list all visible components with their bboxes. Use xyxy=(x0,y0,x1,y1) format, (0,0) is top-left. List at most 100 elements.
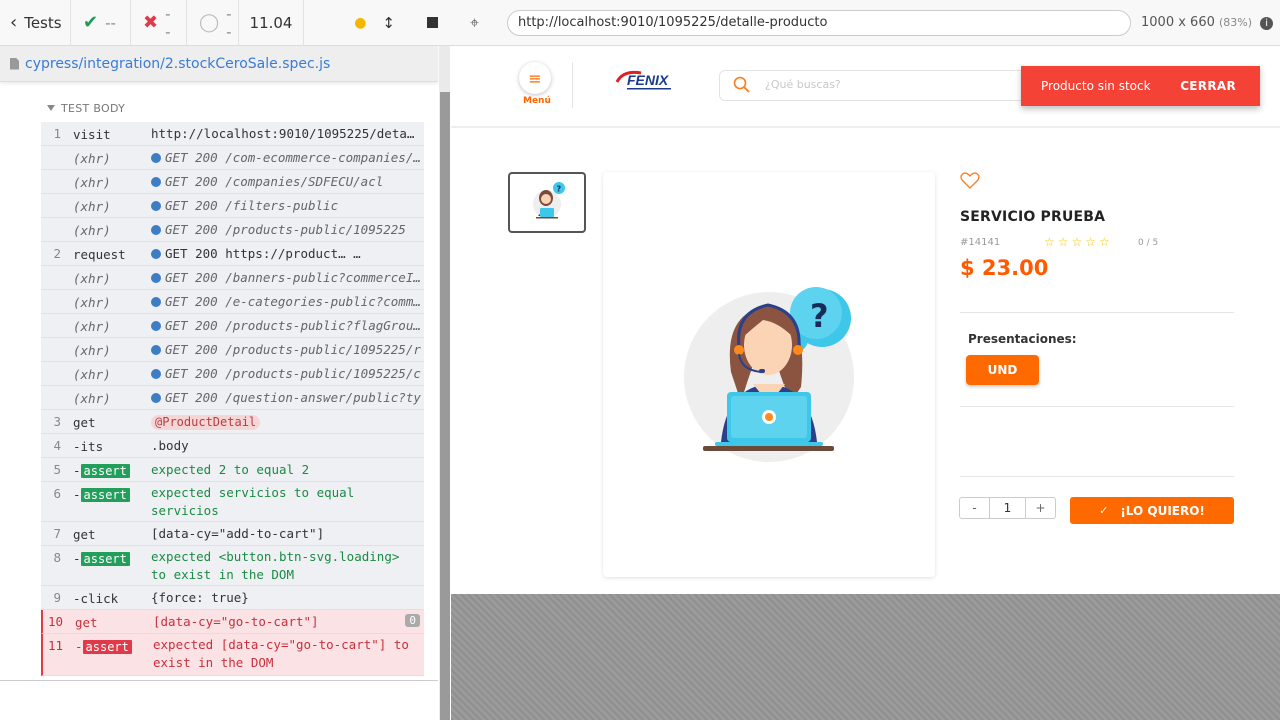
request-dot-icon xyxy=(151,177,161,187)
rating-text: 0 / 5 xyxy=(1138,238,1159,248)
runner-footer-divider xyxy=(0,680,438,681)
svg-text:?: ? xyxy=(810,297,829,335)
command-row[interactable]: 9 -click {force: true} xyxy=(41,586,424,610)
command-row[interactable]: 6- assert expected servicios to equal serv… xyxy=(41,482,424,522)
viewport-info: 1000 x 660 (83%) i xyxy=(1141,15,1274,30)
status-dot-icon: ● xyxy=(354,14,367,31)
command-row[interactable]: (xhr) GET 200 /banners-public?commerceId= xyxy=(41,266,424,290)
divider xyxy=(960,476,1234,477)
product-thumbnail[interactable]: ? xyxy=(508,172,586,233)
runner-scrollbar-thumb[interactable] xyxy=(440,92,450,720)
element-count-badge: 0 xyxy=(405,614,420,627)
check-icon: ✔ xyxy=(83,12,99,33)
stop-icon[interactable] xyxy=(427,17,438,28)
svg-text:FENIX: FENIX xyxy=(627,72,670,88)
command-row[interactable]: (xhr) GET 200 /question-answer/public?ty xyxy=(41,386,424,410)
request-dot-icon xyxy=(151,345,161,355)
request-dot-icon xyxy=(151,201,161,211)
test-body-header[interactable]: TEST BODY xyxy=(47,102,125,115)
passed-count: ✔ -- xyxy=(71,0,131,46)
product-name: SERVICIO PRUEBA xyxy=(960,209,1106,225)
toast-close-button[interactable]: CERRAR xyxy=(1180,79,1236,93)
add-to-cart-button[interactable]: ✓ ¡LO QUIERO! xyxy=(1070,497,1234,524)
command-row[interactable]: (xhr) GET 200 /com-ecommerce-companies/fi… xyxy=(41,146,424,170)
spec-file-bar: cypress/integration/2.stockCeroSale.spec… xyxy=(0,46,438,82)
heart-icon[interactable] xyxy=(960,172,980,190)
stock-toast: Producto sin stock CERRAR xyxy=(1021,66,1260,106)
alias-badge: ProductDetail xyxy=(353,247,421,262)
qty-decrement-button[interactable]: - xyxy=(960,498,990,518)
command-row[interactable]: 8- assert expected <button.btn-svg.loading… xyxy=(41,546,424,586)
command-row-failed[interactable]: 11- assert expected [data-cy="go-to-cart"]… xyxy=(41,634,424,676)
search-icon xyxy=(733,76,750,93)
assert-tag: assert xyxy=(80,464,130,478)
selector-playground-icon[interactable]: ⌖ xyxy=(470,13,479,33)
rating-stars[interactable]: ☆☆☆☆☆ xyxy=(1044,235,1113,249)
search-placeholder: ¿Qué buscas? xyxy=(765,78,841,91)
runner-header: ‹ Tests ✔ -- ✖ -- ◯ -- 11.04 ● ↕ xyxy=(0,0,450,46)
command-row[interactable]: (xhr) GET 200 /e-categories-public?commer… xyxy=(41,290,424,314)
product-image-card: ? xyxy=(603,172,935,577)
menu-label: Menú xyxy=(523,96,551,106)
command-row[interactable]: 4 -its .body xyxy=(41,434,424,458)
divider xyxy=(960,312,1234,313)
quantity-stepper: - 1 + xyxy=(959,497,1056,519)
scroll-toggle-icon[interactable]: ↕ xyxy=(382,14,395,32)
url-bar[interactable]: http://localhost:9010/1095225/detalle-pr… xyxy=(507,10,1131,36)
command-row[interactable]: (xhr) GET 200 /filters-public xyxy=(41,194,424,218)
support-agent-thumb-illustration: ? xyxy=(533,182,565,219)
command-row[interactable]: (xhr) GET 200 /companies/SDFECU/acl xyxy=(41,170,424,194)
assert-tag: assert xyxy=(82,640,132,654)
request-dot-icon xyxy=(151,321,161,331)
support-agent-illustration: ? xyxy=(684,287,854,462)
duration: 11.04 xyxy=(239,0,304,46)
alias-badge: @ProductDetail xyxy=(151,415,261,430)
command-row[interactable]: 2 request GET 200 https://product… Product… xyxy=(41,242,424,266)
assert-tag: assert xyxy=(80,552,130,566)
fenix-logo[interactable]: FENIX xyxy=(615,68,675,92)
divider xyxy=(960,406,1234,407)
presentation-und-button[interactable]: UND xyxy=(966,355,1039,385)
request-dot-icon xyxy=(151,273,161,283)
command-row[interactable]: (xhr) GET 200 /products-public/1095225/c xyxy=(41,362,424,386)
command-row[interactable]: 5- assert expected 2 to equal 2 xyxy=(41,458,424,482)
tests-label: Tests xyxy=(24,13,62,32)
request-dot-icon xyxy=(151,393,161,403)
assert-tag: assert xyxy=(80,488,130,502)
header-divider xyxy=(572,62,573,108)
viewport-overflow-area xyxy=(451,594,1280,720)
toast-message: Producto sin stock xyxy=(1041,79,1151,93)
qty-increment-button[interactable]: + xyxy=(1025,498,1055,518)
request-dot-icon xyxy=(151,297,161,307)
menu-button[interactable]: ≡ xyxy=(519,62,551,94)
request-dot-icon xyxy=(151,249,161,259)
tests-button[interactable]: ‹ Tests xyxy=(0,0,71,46)
hamburger-icon: ≡ xyxy=(528,68,542,88)
command-row[interactable]: 3 get @ProductDetail xyxy=(41,410,424,434)
command-row[interactable]: (xhr) GET 200 /products-public/1095225 xyxy=(41,218,424,242)
qty-input[interactable]: 1 xyxy=(990,498,1025,518)
command-row[interactable]: (xhr) GET 200 /products-public?flagGroup= xyxy=(41,314,424,338)
failed-count: ✖ -- xyxy=(131,0,187,46)
check-icon: ✓ xyxy=(1099,504,1109,517)
file-icon xyxy=(10,57,19,70)
command-row[interactable]: 1 visit http://localhost:9010/1095225/deta… xyxy=(41,122,424,146)
product-price: $ 23.00 xyxy=(960,256,1049,280)
request-dot-icon xyxy=(151,153,161,163)
svg-text:?: ? xyxy=(557,185,562,194)
caret-down-icon xyxy=(47,105,55,111)
command-row[interactable]: (xhr) GET 200 /products-public/1095225/r xyxy=(41,338,424,362)
command-log: 1 visit http://localhost:9010/1095225/deta… xyxy=(41,122,424,676)
info-icon[interactable]: i xyxy=(1260,17,1274,30)
command-row[interactable]: 7 get [data-cy="add-to-cart"] xyxy=(41,522,424,546)
request-dot-icon xyxy=(151,369,161,379)
command-row-failed[interactable]: 10 get [data-cy="go-to-cart"] 0 xyxy=(41,610,424,634)
x-icon: ✖ xyxy=(143,12,159,33)
pending-count: ◯ -- xyxy=(187,0,239,46)
spec-file-link[interactable]: cypress/integration/2.stockCeroSale.spec… xyxy=(25,56,330,72)
chevron-left-icon: ‹ xyxy=(10,12,18,33)
request-dot-icon xyxy=(151,225,161,235)
circle-icon: ◯ xyxy=(199,12,220,33)
runner-controls: ● ↕ xyxy=(304,0,450,46)
presentations-label: Presentaciones: xyxy=(968,332,1077,346)
